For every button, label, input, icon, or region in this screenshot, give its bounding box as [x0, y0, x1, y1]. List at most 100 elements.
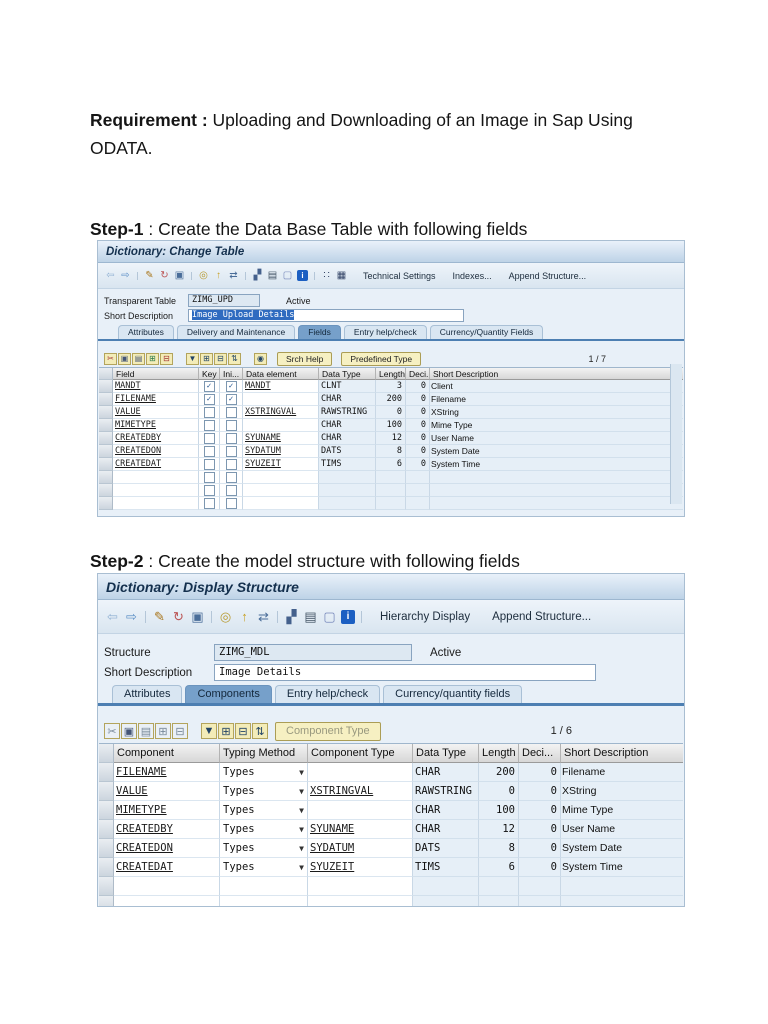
cell-typing-method[interactable]: Types ▼	[220, 782, 308, 801]
mimetype-link[interactable]: MIMETYPE	[113, 420, 156, 430]
dropdown-caret-icon[interactable]: ▼	[299, 844, 307, 853]
row-selector[interactable]	[99, 820, 114, 839]
row-selector[interactable]	[99, 471, 113, 484]
cell-data-element[interactable]: XSTRINGVAL	[243, 406, 319, 419]
cell-short-description[interactable]: System Date	[430, 445, 683, 458]
cell-field[interactable]: CREATEDAT	[113, 458, 199, 471]
cell-component[interactable]: CREATEDON	[114, 839, 220, 858]
cell-short-description[interactable]: XString	[430, 406, 683, 419]
cell-short-description[interactable]: Filename	[430, 393, 683, 406]
createdby-link[interactable]: CREATEDBY	[113, 433, 161, 443]
sort-icon[interactable]: ⇅	[228, 352, 241, 365]
cell-data-type[interactable]	[319, 484, 376, 497]
select-block-icon[interactable]: ▼	[201, 723, 217, 739]
navigate-icon[interactable]: ⇄	[226, 268, 241, 284]
cell-length[interactable]: 3	[376, 380, 406, 393]
key-checkbox[interactable]	[203, 484, 215, 496]
cell-length[interactable]: 0	[479, 782, 519, 801]
row-selector[interactable]	[99, 801, 114, 820]
cell-deci[interactable]: 0	[519, 839, 561, 858]
cell-short-description[interactable]: Client	[430, 380, 683, 393]
srch-help-button[interactable]: Srch Help	[277, 351, 333, 366]
dropdown-caret-icon[interactable]: ▼	[299, 863, 307, 872]
cell-length[interactable]	[376, 497, 406, 510]
cut-icon[interactable]: ✂	[104, 723, 120, 739]
xstringval-link[interactable]: XSTRINGVAL	[243, 407, 296, 417]
hierarchy-display-button[interactable]: Hierarchy Display	[380, 611, 470, 623]
cell-component[interactable]: CREATEDAT	[114, 858, 220, 877]
cell-ini[interactable]	[220, 419, 243, 432]
key-checkbox[interactable]	[203, 380, 215, 392]
row-selector[interactable]	[99, 458, 113, 471]
ini-checkbox[interactable]	[225, 432, 237, 444]
cell-length[interactable]: 100	[376, 419, 406, 432]
cell-deci[interactable]	[519, 877, 561, 896]
append-structure-button[interactable]: Append Structure...	[492, 611, 591, 623]
cell-key[interactable]	[199, 380, 220, 393]
cell-short-description[interactable]: System Date	[561, 839, 683, 858]
copy-row-icon[interactable]: ▣	[121, 723, 137, 739]
srch-help-small-icon[interactable]: ◉	[254, 352, 267, 365]
cell-data-element[interactable]: SYUZEIT	[243, 458, 319, 471]
cell-short-description[interactable]	[430, 497, 683, 510]
cell-component-type[interactable]	[308, 877, 413, 896]
tab-attributes[interactable]: Attributes	[112, 685, 183, 703]
cell-deci[interactable]: 0	[406, 458, 430, 471]
dropdown-caret-icon[interactable]: ▼	[299, 806, 307, 815]
tab-attributes[interactable]: Attributes	[118, 325, 174, 339]
insert-row-icon[interactable]: ⊞	[155, 723, 171, 739]
cells-icon[interactable]: ▢	[320, 607, 339, 627]
ini-checkbox[interactable]	[225, 380, 237, 392]
key-checkbox[interactable]	[203, 445, 215, 457]
short-description-input[interactable]: Image Upload Details	[188, 309, 464, 322]
cell-short-description[interactable]: System Time	[561, 858, 683, 877]
filename-link[interactable]: FILENAME	[113, 394, 156, 404]
display-change-icon[interactable]: ✎	[142, 268, 157, 284]
cell-typing-method[interactable]	[220, 896, 308, 906]
row-selector[interactable]	[99, 839, 114, 858]
cell-field[interactable]: MIMETYPE	[113, 419, 199, 432]
cell-data-type[interactable]: CHAR	[413, 820, 479, 839]
key-checkbox[interactable]	[203, 406, 215, 418]
cell-length[interactable]: 6	[479, 858, 519, 877]
cell-data-element[interactable]	[243, 484, 319, 497]
row-selector[interactable]	[99, 484, 113, 497]
cell-deci[interactable]	[406, 471, 430, 484]
createdat-link[interactable]: CREATEDAT	[114, 861, 173, 873]
key-checkbox[interactable]	[203, 393, 215, 405]
sort-icon[interactable]: ⇅	[252, 723, 268, 739]
column-header-short-description[interactable]: Short Description	[561, 744, 683, 763]
cell-field[interactable]	[113, 471, 199, 484]
hierarchy-icon[interactable]: ▞	[282, 607, 301, 627]
row-selector[interactable]	[99, 419, 113, 432]
cell-data-type[interactable]: CLNT	[319, 380, 376, 393]
cell-deci[interactable]: 0	[406, 419, 430, 432]
runtime-object-icon[interactable]: ∷	[319, 268, 334, 284]
cell-typing-method[interactable]: Types ▼	[220, 858, 308, 877]
cell-data-type[interactable]	[413, 896, 479, 906]
ini-checkbox[interactable]	[225, 445, 237, 457]
cell-length[interactable]	[479, 896, 519, 906]
column-header-deci[interactable]: Deci...	[406, 368, 430, 380]
row-selector[interactable]	[99, 782, 114, 801]
technical-settings-button[interactable]: Technical Settings	[363, 271, 436, 281]
tab-currency-quantity-fields[interactable]: Currency/quantity fields	[383, 685, 523, 703]
ini-checkbox[interactable]	[225, 419, 237, 431]
vertical-scrollbar[interactable]	[670, 364, 682, 504]
mandt-link[interactable]: MANDT	[243, 381, 271, 391]
cell-component-type[interactable]: SYUZEIT	[308, 858, 413, 877]
delete-field-icon[interactable]: ⊟	[214, 352, 227, 365]
cell-length[interactable]: 200	[479, 763, 519, 782]
cell-data-element[interactable]	[243, 497, 319, 510]
column-header-data-type[interactable]: Data Type	[413, 744, 479, 763]
syuname-link[interactable]: SYUNAME	[243, 433, 281, 443]
row-selector[interactable]	[99, 432, 113, 445]
db-utility-icon[interactable]: ▦	[334, 268, 349, 284]
cell-component-type[interactable]: SYUNAME	[308, 820, 413, 839]
cell-key[interactable]	[199, 393, 220, 406]
syuname-link[interactable]: SYUNAME	[308, 823, 354, 835]
key-checkbox[interactable]	[203, 497, 215, 509]
mimetype-link[interactable]: MIMETYPE	[114, 804, 167, 816]
cell-deci[interactable]	[519, 896, 561, 906]
cell-key[interactable]	[199, 432, 220, 445]
